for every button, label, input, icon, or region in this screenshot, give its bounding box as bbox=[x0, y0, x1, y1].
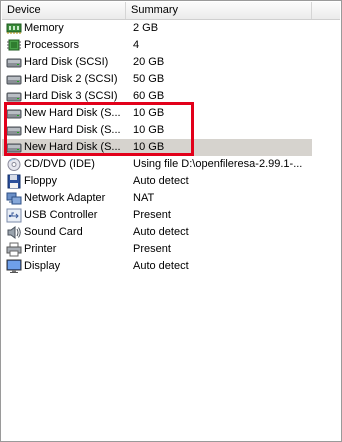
hard-disk-icon bbox=[6, 89, 22, 104]
device-name: New Hard Disk (S... bbox=[24, 107, 121, 119]
device-name: Network Adapter bbox=[24, 192, 106, 204]
summary-column-header[interactable]: Summary bbox=[126, 2, 312, 19]
hard-disk-icon bbox=[6, 55, 22, 70]
device-summary: 10 GB bbox=[126, 139, 312, 156]
memory-icon bbox=[6, 21, 22, 36]
device-name: Memory bbox=[24, 22, 64, 34]
device-cell[interactable]: Floppy bbox=[2, 173, 126, 190]
device-summary: NAT bbox=[133, 192, 155, 204]
device-name: Hard Disk 2 (SCSI) bbox=[24, 73, 118, 85]
device-name: Hard Disk 3 (SCSI) bbox=[24, 90, 118, 102]
device-row[interactable]: Hard Disk 2 (SCSI) 50 GB bbox=[2, 71, 340, 88]
device-name: Sound Card bbox=[24, 226, 83, 238]
device-cell[interactable]: Memory bbox=[2, 20, 126, 37]
processor-icon bbox=[6, 38, 22, 53]
device-cell[interactable]: New Hard Disk (S... bbox=[2, 105, 126, 122]
device-summary: 10 GB bbox=[133, 124, 165, 136]
hard-disk-icon bbox=[6, 72, 22, 87]
device-summary: Present bbox=[133, 209, 171, 221]
device-summary: Auto detect bbox=[133, 260, 189, 272]
device-name: Hard Disk (SCSI) bbox=[24, 56, 109, 68]
device-summary: Auto detect bbox=[133, 175, 189, 187]
device-cell[interactable]: Network Adapter bbox=[2, 190, 126, 207]
device-cell[interactable]: New Hard Disk (S... bbox=[2, 122, 126, 139]
device-cell[interactable]: Hard Disk (SCSI) bbox=[2, 54, 126, 71]
device-row[interactable]: Display Auto detect bbox=[2, 258, 340, 275]
device-name: Printer bbox=[24, 243, 57, 255]
header-filler bbox=[312, 2, 340, 19]
device-row[interactable]: Sound Card Auto detect bbox=[2, 224, 340, 241]
device-summary: 60 GB bbox=[133, 90, 165, 102]
device-row[interactable]: Hard Disk (SCSI) 20 GB bbox=[2, 54, 340, 71]
device-row[interactable]: Printer Present bbox=[2, 241, 340, 258]
hard-disk-icon bbox=[6, 123, 22, 138]
device-row[interactable]: CD/DVD (IDE) Using file D:\openfileresa-2… bbox=[2, 156, 340, 173]
device-cell[interactable]: Hard Disk 3 (SCSI) bbox=[2, 88, 126, 105]
device-summary: 4 bbox=[133, 39, 140, 51]
device-name: Processors bbox=[24, 39, 80, 51]
device-summary: Using file D:\openfileresa-2.99.1-... bbox=[133, 158, 303, 170]
device-row[interactable]: New Hard Disk (S... 10 GB bbox=[2, 105, 340, 122]
device-summary: Auto detect bbox=[133, 226, 189, 238]
device-list: Memory 2 GB Processors 4 Hard Disk (SCSI) 20 … bbox=[2, 20, 340, 275]
device-cell[interactable]: New Hard Disk (S... bbox=[2, 139, 126, 156]
device-name: New Hard Disk (S... bbox=[24, 141, 121, 153]
device-row[interactable]: New Hard Disk (S... 10 GB bbox=[2, 122, 340, 139]
device-row[interactable]: Memory 2 GB bbox=[2, 20, 340, 37]
display-icon bbox=[6, 259, 22, 274]
column-header: Device Summary bbox=[2, 2, 340, 20]
device-cell[interactable]: CD/DVD (IDE) bbox=[2, 156, 126, 173]
network-adapter-icon bbox=[6, 191, 22, 206]
printer-icon bbox=[6, 242, 22, 257]
cd-dvd-icon bbox=[6, 157, 22, 172]
device-cell[interactable]: USB Controller bbox=[2, 207, 126, 224]
floppy-icon bbox=[6, 174, 22, 189]
device-name: Display bbox=[24, 260, 61, 272]
hard-disk-icon bbox=[6, 106, 22, 121]
device-row[interactable]: Hard Disk 3 (SCSI) 60 GB bbox=[2, 88, 340, 105]
device-cell[interactable]: Hard Disk 2 (SCSI) bbox=[2, 71, 126, 88]
device-name: CD/DVD (IDE) bbox=[24, 158, 95, 170]
device-row[interactable]: Network Adapter NAT bbox=[2, 190, 340, 207]
device-cell[interactable]: Sound Card bbox=[2, 224, 126, 241]
device-summary: 50 GB bbox=[133, 73, 165, 85]
sound-card-icon bbox=[6, 225, 22, 240]
device-cell[interactable]: Display bbox=[2, 258, 126, 275]
device-name: Floppy bbox=[24, 175, 58, 187]
device-cell[interactable]: Printer bbox=[2, 241, 126, 258]
device-summary: Present bbox=[133, 243, 171, 255]
device-name: New Hard Disk (S... bbox=[24, 124, 121, 136]
device-column-header[interactable]: Device bbox=[2, 2, 126, 19]
device-summary: 10 GB bbox=[133, 107, 165, 119]
device-row[interactable]: USB Controller Present bbox=[2, 207, 340, 224]
hard-disk-icon bbox=[6, 140, 22, 155]
device-cell[interactable]: Processors bbox=[2, 37, 126, 54]
device-summary: 2 GB bbox=[133, 22, 159, 34]
device-name: USB Controller bbox=[24, 209, 98, 221]
device-row[interactable]: Floppy Auto detect bbox=[2, 173, 340, 190]
device-list-panel: Device Summary Memory 2 GB Processors 4 Hard… bbox=[0, 0, 342, 442]
device-row[interactable]: Processors 4 bbox=[2, 37, 340, 54]
device-summary: 20 GB bbox=[133, 56, 165, 68]
device-row[interactable]: New Hard Disk (S... 10 GB bbox=[2, 139, 340, 156]
usb-icon bbox=[6, 208, 22, 223]
